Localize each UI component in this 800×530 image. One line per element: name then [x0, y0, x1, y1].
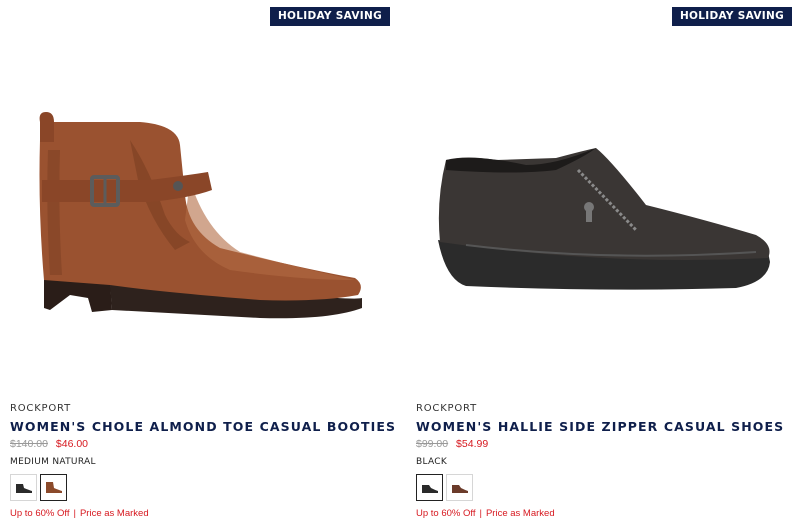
sale-price: $46.00 — [55, 438, 89, 450]
product-title-link[interactable]: WOMEN'S HALLIE SIDE ZIPPER CASUAL SHOES — [416, 419, 784, 434]
promo-separator: | — [73, 508, 76, 519]
brown-shoe-swatch-icon — [45, 481, 62, 493]
holiday-saving-badge: HOLIDAY SAVING — [671, 7, 792, 26]
original-price: $140.00 — [10, 438, 48, 450]
brand-label: ROCKPORT — [416, 403, 477, 414]
price-as-marked-link[interactable]: Price as Marked — [80, 508, 149, 519]
product-image-bootie[interactable] — [0, 30, 390, 390]
price-block: $140.00 $46.00 — [10, 438, 88, 450]
swatch-brown[interactable] — [446, 474, 473, 501]
color-swatches — [416, 474, 473, 501]
selected-color-name: BLACK — [416, 457, 448, 467]
black-shoe-swatch-icon — [15, 483, 32, 493]
product-card[interactable]: HOLIDAY SAVING ROCKPORT WOMEN'S CHOLE AL — [0, 0, 395, 530]
brand-label: ROCKPORT — [10, 403, 71, 414]
promo-text: Up to 60% Off | Price as Marked — [10, 508, 149, 519]
promo-text: Up to 60% Off | Price as Marked — [416, 508, 555, 519]
brown-shoe-swatch-icon — [451, 484, 468, 493]
promo-separator: | — [479, 508, 482, 519]
product-card[interactable]: HOLIDAY SAVING ROCKPORT WOMEN'S HALLIE S… — [406, 0, 796, 530]
swatch-black[interactable] — [416, 474, 443, 501]
sale-price: $54.99 — [456, 438, 489, 450]
price-as-marked-link[interactable]: Price as Marked — [486, 508, 555, 519]
selected-color-name: MEDIUM NATURAL — [10, 457, 96, 467]
color-swatches — [10, 474, 67, 501]
original-price: $99.00 — [416, 438, 449, 450]
swatch-medium-natural[interactable] — [40, 474, 67, 501]
product-image-shoe[interactable] — [406, 30, 796, 390]
promo-discount: Up to 60% Off — [416, 508, 476, 519]
promo-discount: Up to 60% Off — [10, 508, 70, 519]
swatch-black[interactable] — [10, 474, 37, 501]
brown-bootie-icon — [39, 112, 362, 319]
black-zip-shoe-icon — [438, 148, 770, 290]
price-block: $99.00 $54.99 — [416, 438, 488, 450]
product-title-link[interactable]: WOMEN'S CHOLE ALMOND TOE CASUAL BOOTIES — [10, 419, 396, 434]
black-shoe-swatch-icon — [421, 484, 438, 493]
holiday-saving-badge: HOLIDAY SAVING — [269, 7, 390, 26]
